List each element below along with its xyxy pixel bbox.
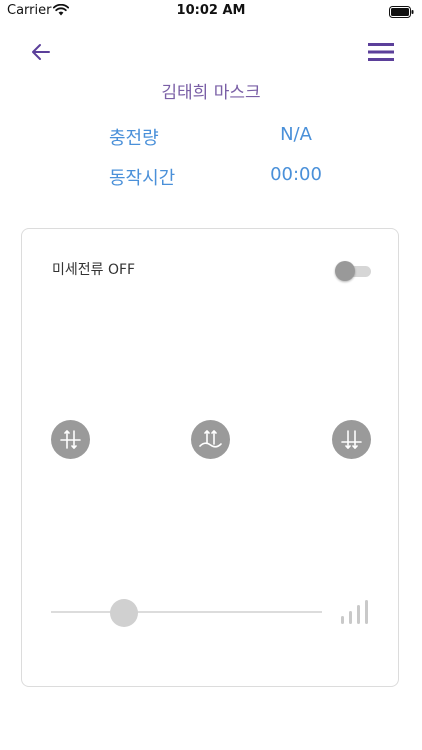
- runtime-row: 동작시간 00:00: [0, 164, 422, 189]
- slider-track: [51, 611, 322, 613]
- toggle-knob: [335, 261, 355, 281]
- mode-button-3[interactable]: [332, 420, 371, 459]
- microcurrent-toggle[interactable]: [335, 261, 371, 281]
- arrows-up-wave-icon: [199, 430, 222, 448]
- runtime-label: 동작시간: [109, 168, 176, 189]
- mode-button-2[interactable]: [191, 420, 230, 459]
- microcurrent-label: 미세전류 OFF: [52, 262, 136, 278]
- hamburger-menu-icon: [368, 43, 394, 61]
- battery-icon: [389, 6, 414, 18]
- mode-button-1[interactable]: [51, 420, 90, 459]
- charge-label: 충전량: [109, 128, 159, 149]
- arrows-down-icon: [341, 430, 362, 449]
- status-time: 10:02 AM: [176, 3, 246, 18]
- arrows-converge-icon: [60, 430, 81, 449]
- device-name: 김태희 마스크: [161, 83, 261, 103]
- slider-thumb[interactable]: [110, 599, 139, 627]
- charge-row: 충전량 N/A: [0, 124, 422, 149]
- menu-button[interactable]: [366, 39, 396, 65]
- back-button[interactable]: [28, 38, 56, 66]
- charge-value: N/A: [280, 124, 312, 145]
- intensity-slider[interactable]: [51, 599, 322, 627]
- runtime-value: 00:00: [270, 164, 322, 185]
- status-bar: Carrier 10:02 AM: [0, 0, 422, 22]
- signal-bars-icon: [341, 600, 368, 624]
- control-card: 미세전류 OFF: [21, 228, 399, 687]
- arrow-left-icon: [32, 44, 50, 60]
